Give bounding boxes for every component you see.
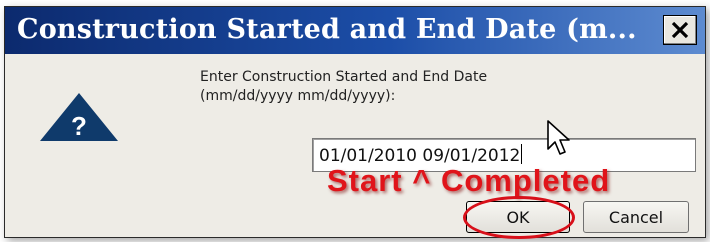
start-completed-annotation: Start ^ Completed <box>327 163 611 198</box>
ok-highlight-circle <box>463 196 575 239</box>
text-caret <box>521 144 523 164</box>
prompt-line-2: (mm/dd/yyyy mm/dd/yyyy): <box>200 88 396 104</box>
cancel-button[interactable]: Cancel <box>583 201 689 233</box>
date-input-dialog: Construction Started and End Date (m... … <box>4 6 706 239</box>
prompt-line-1: Enter Construction Started and End Date <box>200 69 488 85</box>
close-button[interactable] <box>663 15 697 45</box>
close-icon <box>671 22 689 38</box>
title-bar[interactable]: Construction Started and End Date (m... <box>5 7 705 54</box>
mouse-pointer-icon <box>547 120 570 155</box>
question-warning-icon: ? <box>40 93 118 141</box>
prompt-text: Enter Construction Started and End Date … <box>200 68 680 106</box>
dialog-title: Construction Started and End Date (m... <box>17 14 637 45</box>
svg-text:?: ? <box>71 111 87 141</box>
